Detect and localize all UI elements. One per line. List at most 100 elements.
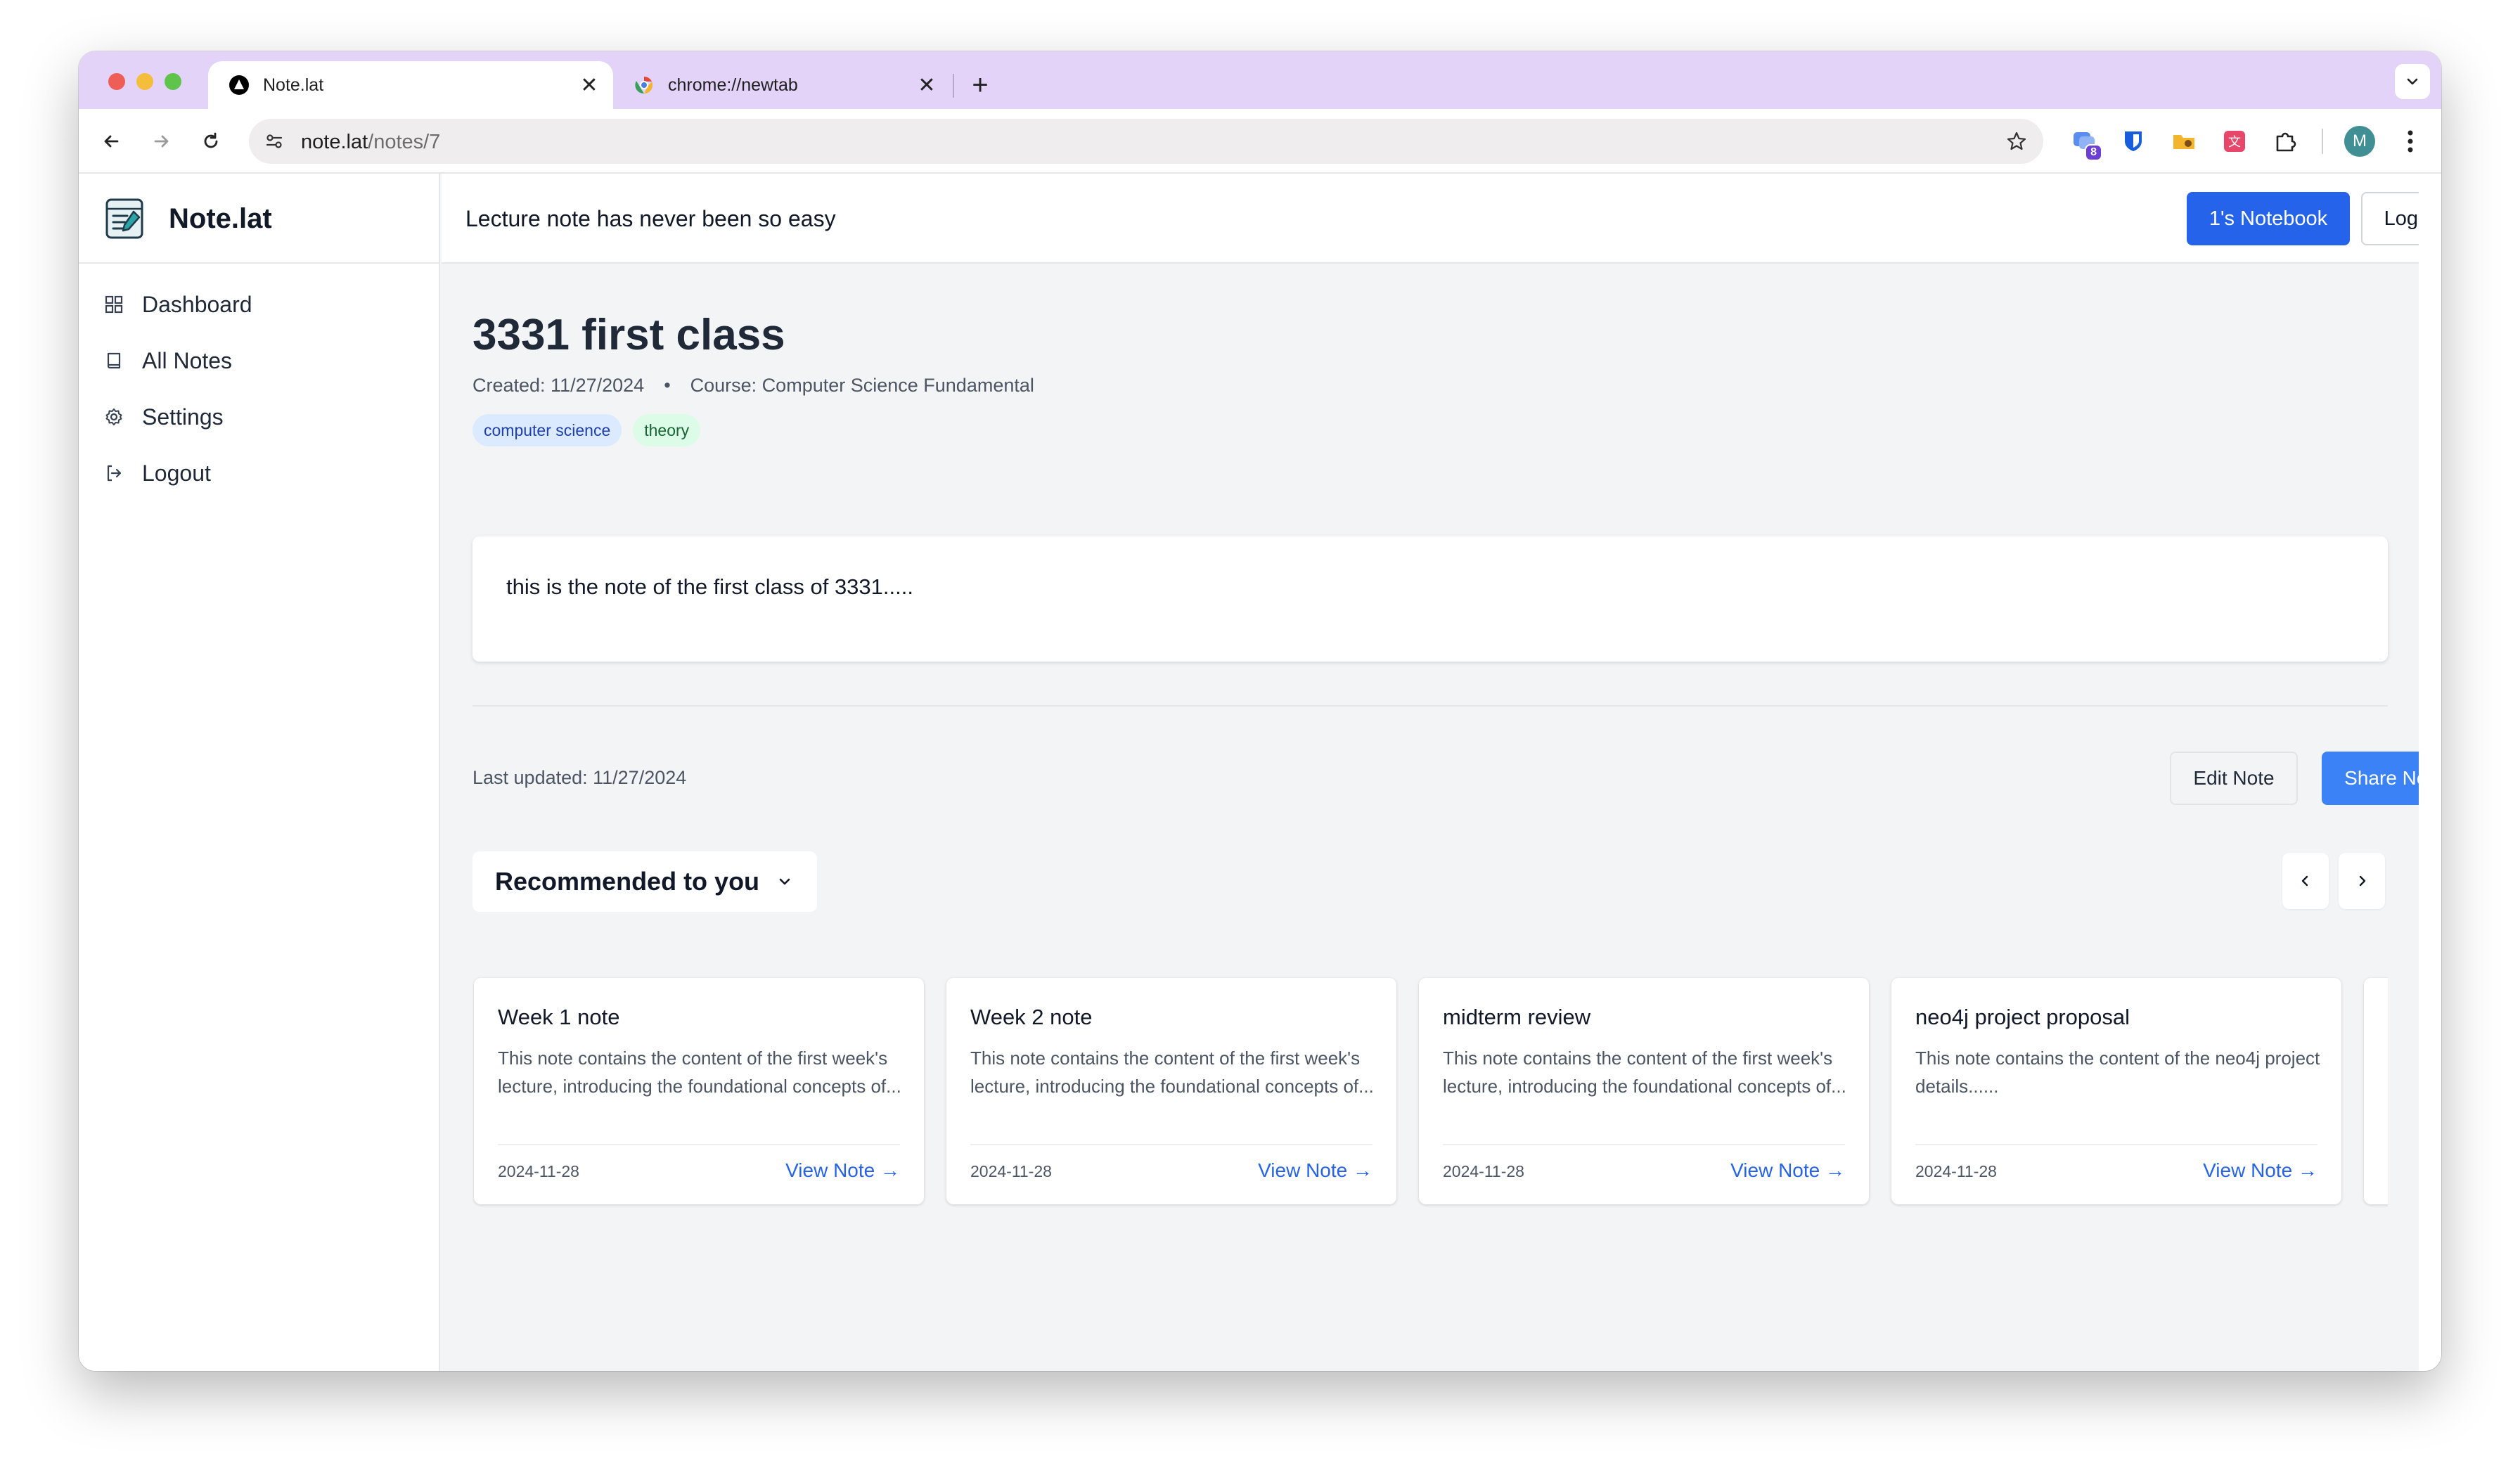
toolbar-separator [2322,129,2323,154]
card-title: neo4j project proposal [1915,1005,2130,1029]
note-lat-favicon-icon [228,74,250,96]
reload-icon [204,132,218,148]
card-title: Week 1 note [498,1005,620,1029]
password-manager-icon[interactable] [2118,126,2149,157]
extensions-puzzle-icon[interactable] [2270,126,2301,157]
close-window-button[interactable] [108,73,125,90]
notebook-button[interactable]: 1's Notebook [2187,192,2350,245]
chevron-down-icon [2407,78,2418,85]
sidebar-item-logout[interactable]: Logout [104,452,413,494]
tab-note-lat[interactable]: Note.lat ✕ [208,61,613,109]
folder-extension-icon[interactable] [2168,126,2199,157]
card-description: This note contains the content of the fi… [1443,1048,1846,1097]
card-description: This note contains the content of the fi… [498,1048,901,1097]
card-title: midterm review [1443,1005,1591,1029]
card-divider [970,1144,1372,1145]
card-date: 2024-11-28 [970,1162,1052,1180]
chevron-down-icon [775,872,795,891]
course-name: Course: Computer Science Fundamental [690,375,1034,396]
card-title: Week 2 note [970,1005,1093,1029]
edit-note-button[interactable]: Edit Note [2170,752,2298,805]
tab-title: Note.lat [263,75,324,95]
recommended-dropdown[interactable]: Recommended to you [472,851,817,912]
sidebar-item-all-notes[interactable]: All Notes [104,340,413,382]
tab-close-icon[interactable]: ✕ [913,71,941,99]
forward-button[interactable] [145,124,179,158]
tag-chip[interactable]: theory [633,414,701,446]
chevron-left-icon [2301,875,2308,887]
note-title: 3331 first class [472,311,785,359]
tab-strip: Note.lat ✕ chrome://newtab ✕ + [79,51,2441,109]
tab-title: chrome://newtab [668,75,798,95]
brand-header: Note.lat [79,174,439,264]
meta-separator: • [664,375,671,396]
note-body-card: this is the note of the first class of 3… [472,536,2388,662]
browser-menu-icon[interactable] [2395,126,2426,157]
card-date: 2024-11-28 [498,1162,579,1180]
profile-avatar[interactable]: M [2344,126,2375,157]
note-card[interactable]: neo4j project proposal This note contain… [1891,978,2341,1204]
sidebar-item-label: Dashboard [142,291,252,317]
tab-newtab[interactable]: chrome://newtab ✕ [613,61,951,109]
app-header: Lecture note has never been so easy 1's … [442,174,2441,264]
page-scrollbar-gutter[interactable] [2419,174,2441,1371]
section-divider [472,705,2388,707]
last-updated: Last updated: 11/27/2024 [472,767,687,788]
carousel-next-button[interactable] [2339,853,2385,909]
logout-icon [104,463,124,483]
minimize-window-button[interactable] [136,73,153,90]
sidebar-item-label: Logout [142,460,211,486]
app-root: Note.lat Dashboard All Notes Settings Lo… [79,174,2441,1371]
sidebar-item-label: All Notes [142,347,233,373]
card-divider [1443,1144,1845,1145]
gear-icon [104,407,124,427]
site-settings-icon[interactable] [259,126,290,157]
card-description: This note contains the content of the fi… [970,1048,1374,1097]
note-card[interactable]: Week 1 note This note contains the conte… [474,978,924,1204]
dashboard-icon [104,295,124,314]
sidebar: Note.lat Dashboard All Notes Settings Lo… [79,174,440,1371]
view-note-link[interactable]: View Note → [1258,1159,1372,1182]
chevron-right-icon [2359,875,2366,887]
new-tab-button[interactable]: + [962,67,998,103]
arrow-left-icon [104,135,119,148]
view-note-link[interactable]: View Note → [2203,1159,2318,1182]
card-divider [1915,1144,2318,1145]
note-card-partial[interactable] [2364,978,2388,1204]
address-bar[interactable]: note.lat/notes/7 [249,119,2043,164]
reload-button[interactable] [194,124,228,158]
sidebar-item-label: Settings [142,404,224,430]
extension-badge: 8 [2085,144,2102,161]
note-card[interactable]: Week 2 note This note contains the conte… [946,978,1396,1204]
view-note-link[interactable]: View Note → [1730,1159,1845,1182]
tab-search-button[interactable] [2395,64,2430,99]
recommended-heading: Recommended to you [495,867,760,896]
translate-extension-icon[interactable]: 8 [2069,126,2102,161]
back-button[interactable] [94,124,128,158]
card-date: 2024-11-28 [1915,1162,1997,1180]
arrow-right-icon [154,135,169,148]
url-text: note.lat/notes/7 [301,131,440,154]
notebook-logo-icon[interactable] [104,196,146,241]
tag-list: computer science theory [472,414,712,446]
carousel-prev-button[interactable] [2282,853,2329,909]
svg-text:文: 文 [2228,135,2241,150]
tag-chip[interactable]: computer science [472,414,622,446]
book-icon [104,351,124,371]
note-card[interactable]: midterm review This note contains the co… [1419,978,1869,1204]
language-extension-icon[interactable]: 文 [2219,126,2250,157]
brand-name[interactable]: Note.lat [169,203,272,235]
chrome-favicon-icon [633,74,655,96]
browser-window: Note.lat ✕ chrome://newtab ✕ + note.lat/… [79,51,2441,1371]
tab-close-icon[interactable]: ✕ [575,71,603,99]
maximize-window-button[interactable] [165,73,181,90]
url-host: note.lat [301,131,368,153]
view-note-link[interactable]: View Note → [785,1159,900,1182]
bookmark-star-icon[interactable] [2002,127,2031,155]
note-body-text: this is the note of the first class of 3… [506,574,913,599]
card-date: 2024-11-28 [1443,1162,1524,1180]
card-description: This note contains the content of the ne… [1915,1048,2320,1097]
sidebar-item-dashboard[interactable]: Dashboard [104,283,413,326]
tagline: Lecture note has never been so easy [465,206,836,231]
sidebar-item-settings[interactable]: Settings [104,396,413,438]
